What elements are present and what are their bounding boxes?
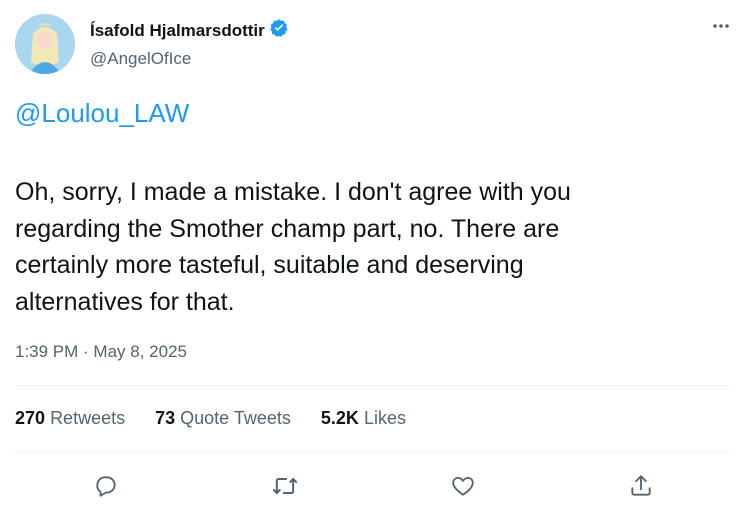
quotes-stat[interactable]: 73 Quote Tweets <box>155 408 291 429</box>
more-dots-icon[interactable] <box>711 16 731 41</box>
retweets-count: 270 <box>15 408 46 428</box>
action-bar <box>15 466 731 506</box>
retweets-stat[interactable]: 270 Retweets <box>15 408 125 429</box>
handle[interactable]: @AngelOfIce <box>90 49 289 69</box>
reply-button[interactable] <box>86 466 126 506</box>
tweet-header: Ísafold Hjalmarsdottir @AngelOfIce <box>15 14 731 74</box>
quotes-label: Quote Tweets <box>180 408 291 428</box>
timestamp[interactable]: 1:39 PM · May 8, 2025 <box>15 342 187 362</box>
likes-count: 5.2K <box>320 408 359 428</box>
mention-link[interactable]: @Loulou_LAW <box>15 98 189 129</box>
quotes-count: 73 <box>155 408 176 428</box>
reply-icon <box>96 476 116 497</box>
divider <box>15 452 731 453</box>
tweet-text: Oh, sorry, I made a mistake. I don't agr… <box>15 178 571 316</box>
retweet-icon <box>272 478 298 494</box>
likes-label: Likes <box>363 408 406 428</box>
tweet-stats: 270 Retweets 73 Quote Tweets 5.2K Likes <box>15 408 406 429</box>
retweets-label: Retweets <box>50 408 126 428</box>
share-icon <box>631 475 651 496</box>
likes-stat[interactable]: 5.2K Likes <box>321 408 406 429</box>
avatar[interactable] <box>15 14 75 74</box>
verified-badge-icon <box>269 18 289 43</box>
share-button[interactable] <box>621 466 661 506</box>
display-name[interactable]: Ísafold Hjalmarsdottir <box>90 21 265 41</box>
retweet-button[interactable] <box>265 466 305 506</box>
heart-icon <box>452 476 474 496</box>
divider <box>15 385 731 386</box>
like-button[interactable] <box>443 466 483 506</box>
